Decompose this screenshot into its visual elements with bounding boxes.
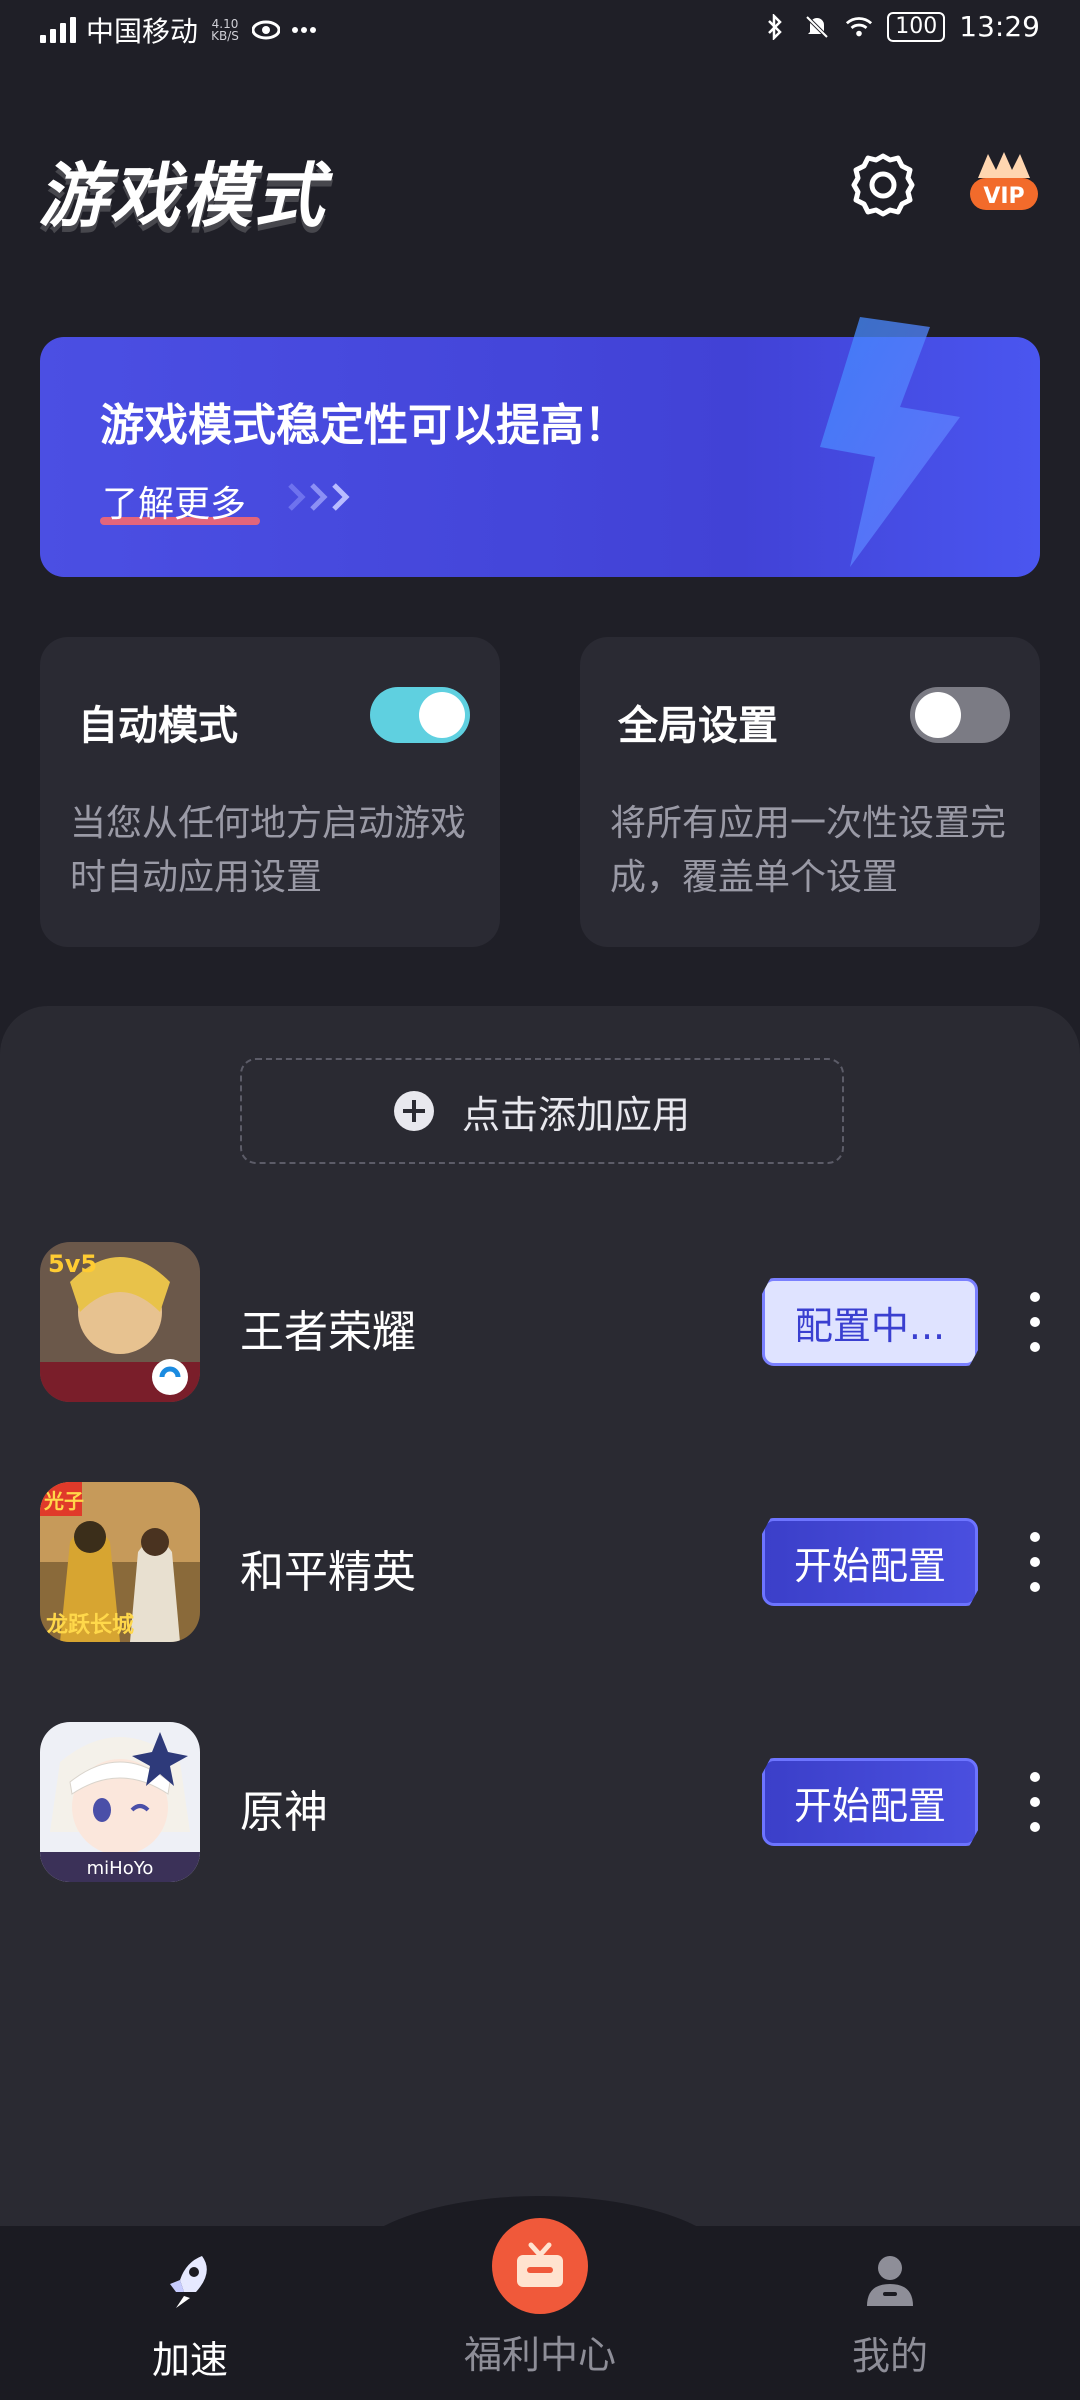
more-options-button[interactable] (1020, 1772, 1050, 1832)
network-speed: 4.10 KB/S (211, 17, 239, 43)
settings-button[interactable] (848, 150, 918, 220)
more-options-button[interactable] (1020, 1532, 1050, 1592)
battery-indicator: 100 (887, 11, 946, 42)
nav-item-mine[interactable]: 我的 (790, 2252, 990, 2380)
svg-text:5v5: 5v5 (48, 1250, 97, 1278)
configuring-button[interactable]: 配置中... (762, 1278, 978, 1366)
svg-text:miHoYo: miHoYo (87, 1858, 154, 1879)
auto-mode-title: 自动模式 (78, 703, 238, 749)
nav-label-mine: 我的 (851, 2334, 928, 2378)
welfare-center-button[interactable] (492, 2218, 588, 2314)
clock: 13:29 (959, 10, 1040, 43)
signal-icon (40, 17, 76, 43)
lightning-icon (740, 307, 1000, 577)
mute-bell-icon (803, 13, 831, 41)
gear-icon (851, 153, 915, 217)
svg-text:VIP: VIP (983, 184, 1024, 209)
gift-icon (517, 2242, 563, 2287)
global-settings-card: 全局设置 将所有应用一次性设置完成，覆盖单个设置 (580, 637, 1040, 947)
more-options-button[interactable] (1020, 1292, 1050, 1352)
app-name: 原神 (240, 1787, 328, 1838)
auto-mode-card: 自动模式 当您从任何地方启动游戏时自动应用设置 (40, 637, 500, 947)
add-app-button[interactable]: 点击添加应用 (240, 1058, 844, 1164)
svg-text:光子: 光子 (43, 1489, 84, 1513)
eye-icon (252, 16, 281, 44)
start-config-button[interactable]: 开始配置 (762, 1758, 978, 1846)
app-icon-honor-of-kings[interactable]: 5v5 (40, 1242, 200, 1402)
app-icon-peacekeeper-elite[interactable]: 光子 龙跃长城 (40, 1482, 200, 1642)
global-settings-description: 将所有应用一次性设置完成，覆盖单个设置 (610, 803, 1007, 898)
carrier-label: 中国移动 (86, 15, 199, 48)
app-icon-genshin-impact[interactable]: miHoYo (40, 1722, 200, 1882)
banner-title: 游戏模式稳定性可以提高！ (100, 400, 628, 451)
app-name: 王者荣耀 (240, 1307, 416, 1358)
chevrons-right-icon (286, 477, 366, 517)
app-name: 和平精英 (240, 1547, 416, 1598)
rocket-icon (170, 2256, 207, 2308)
vip-button[interactable]: VIP (966, 148, 1042, 224)
auto-mode-description: 当您从任何地方启动游戏时自动应用设置 (70, 803, 467, 898)
page-title: 游戏模式 (38, 155, 326, 237)
nav-item-welfare[interactable]: 福利中心 (440, 2324, 640, 2379)
auto-mode-toggle[interactable] (370, 687, 470, 743)
svg-text:龙跃长城: 龙跃长城 (46, 1612, 134, 1638)
vip-crown-icon: VIP (970, 152, 1038, 210)
global-settings-toggle[interactable] (910, 687, 1010, 743)
person-icon (867, 2256, 913, 2306)
more-dots-icon (290, 16, 318, 44)
wifi-icon (845, 13, 873, 41)
nav-label-accelerate: 加速 (151, 2338, 228, 2382)
global-settings-title: 全局设置 (618, 703, 778, 749)
learn-more-link[interactable]: 了解更多 (102, 475, 246, 527)
nav-item-accelerate[interactable]: 加速 (90, 2252, 290, 2384)
start-config-button[interactable]: 开始配置 (762, 1518, 978, 1606)
status-bar: 中国移动 4.10 KB/S 100 13:29 (0, 0, 1080, 60)
nav-label-welfare: 福利中心 (463, 2333, 616, 2377)
add-app-label: 点击添加应用 (461, 1092, 690, 1137)
stability-banner[interactable]: 游戏模式稳定性可以提高！ 了解更多 (40, 317, 1040, 577)
plus-circle-icon (393, 1091, 434, 1131)
bluetooth-icon (761, 13, 789, 41)
